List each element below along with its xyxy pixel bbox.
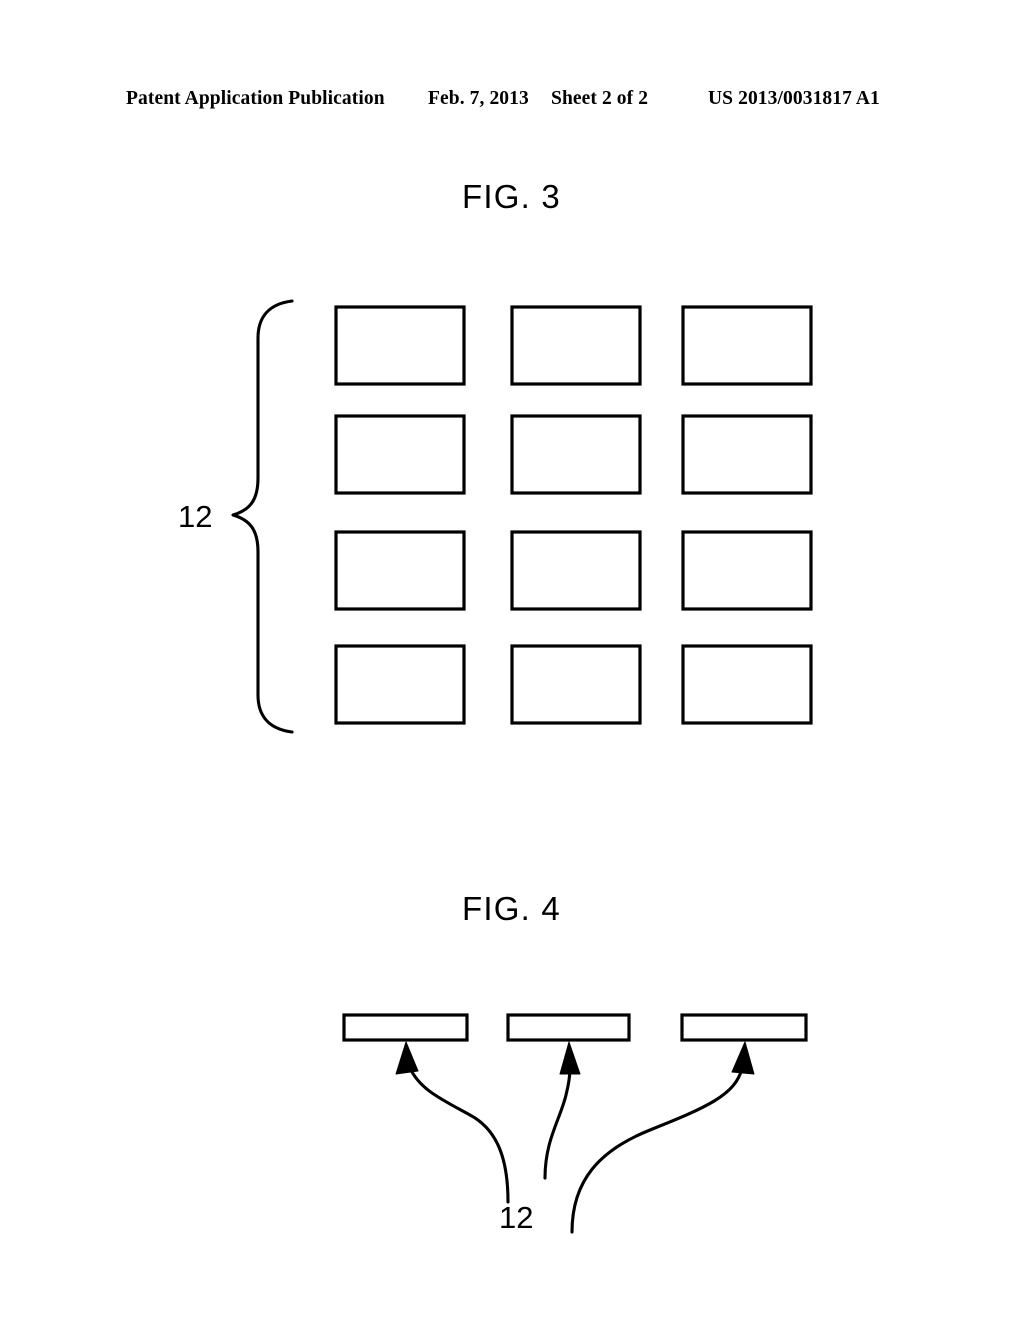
- fig3-cell-r4c2: [510, 644, 642, 725]
- patent-drawing-page: Patent Application Publication Feb. 7, 2…: [0, 0, 1024, 1320]
- fig3-cell-r1c3: [681, 305, 813, 386]
- figure-4-title: FIG. 4: [462, 890, 561, 927]
- header-publication-label: Patent Application Publication: [126, 88, 385, 109]
- fig3-cell-r1c1: [334, 305, 466, 386]
- fig3-cell-r3c2: [510, 530, 642, 611]
- figure-3-group: 12: [178, 299, 813, 734]
- page-running-header: Patent Application Publication Feb. 7, 2…: [0, 88, 1024, 114]
- fig4-arrowhead-1: [395, 1041, 419, 1075]
- fig3-cell-r4c3: [681, 644, 813, 725]
- fig3-cell-r3c1: [334, 530, 466, 611]
- fig3-cell-r4c1: [334, 644, 466, 725]
- figure-3-title: FIG. 3: [462, 178, 561, 215]
- fig4-arrowhead-3: [731, 1041, 755, 1075]
- fig4-leader-line-2: [543, 1066, 572, 1180]
- fig3-reference-numeral: 12: [178, 499, 212, 534]
- fig3-curly-brace: [231, 299, 294, 734]
- header-publication-number: US 2013/0031817 A1: [708, 88, 880, 109]
- fig3-cell-r2c3: [681, 414, 813, 495]
- fig4-leader-line-1: [408, 1066, 510, 1204]
- fig3-cell-r2c2: [510, 414, 642, 495]
- figure-4-group: 12: [342, 1013, 808, 1235]
- fig3-cell-r2c1: [334, 414, 466, 495]
- header-publication-date: Feb. 7, 2013: [428, 88, 529, 109]
- fig4-arrowhead-2: [559, 1041, 581, 1075]
- fig4-bar-2: [506, 1013, 631, 1042]
- header-sheet-number: Sheet 2 of 2: [551, 88, 649, 109]
- fig3-cell-r1c2: [510, 305, 642, 386]
- fig4-leader-line-3: [570, 1066, 744, 1234]
- fig4-reference-numeral: 12: [499, 1200, 533, 1235]
- fig3-cell-r3c3: [681, 530, 813, 611]
- fig4-bar-1: [342, 1013, 469, 1042]
- fig4-bar-3: [680, 1013, 808, 1042]
